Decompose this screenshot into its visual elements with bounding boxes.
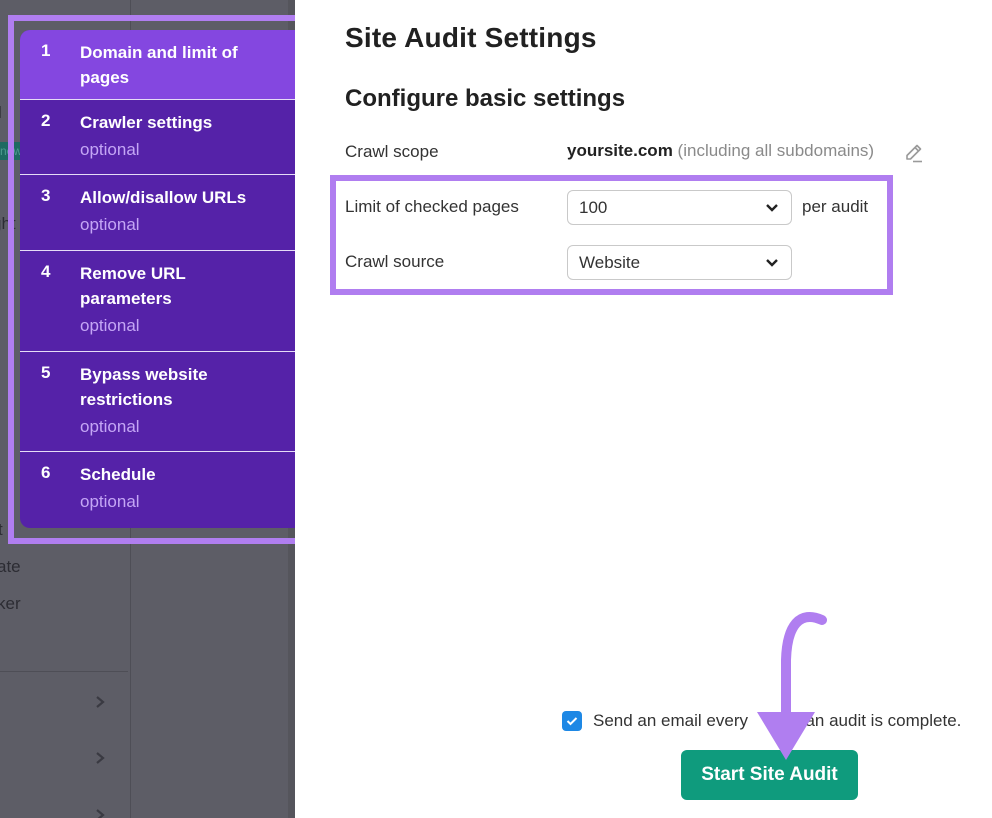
settings-steps-nav: 1 Domain and limit of pages 2 Crawler se… [20,30,295,528]
step-title: Crawler settings [80,113,213,132]
start-site-audit-button[interactable]: Start Site Audit [681,750,858,800]
step-title: Remove URL parameters [80,264,186,308]
email-notify-label: Send an email every an audit is complete… [593,711,961,731]
step-optional-label: optional [80,215,140,234]
limit-pages-select[interactable]: 100 [567,190,792,225]
checkmark-icon [566,717,578,726]
step-bypass-website-restrictions[interactable]: 5 Bypass website restrictions optional [20,352,295,452]
background-text-fragment: l [0,103,2,123]
step-allow-disallow-urls[interactable]: 3 Allow/disallow URLs optional [20,175,295,251]
crawl-source-value: Website [579,253,641,272]
step-number: 5 [41,363,51,382]
chevron-down-icon [766,204,778,212]
step-domain-and-limit[interactable]: 1 Domain and limit of pages [20,30,295,100]
step-number: 2 [41,111,51,130]
step-title: Domain and limit of pages [80,43,238,87]
crawl-source-select[interactable]: Website [567,245,792,280]
email-notify-text-start: Send an email every [593,711,748,730]
crawl-source-label: Crawl source [345,252,445,271]
background-text-fragment: ker [0,594,21,613]
pencil-icon[interactable] [903,142,925,164]
page-title: Site Audit Settings [345,22,597,53]
crawl-scope-value: yoursite.com (including all subdomains) [567,141,874,161]
chevron-right-icon [96,809,105,818]
step-number: 6 [41,463,51,482]
step-number: 1 [41,41,51,60]
step-title: Bypass website restrictions [80,365,208,409]
step-crawler-settings[interactable]: 2 Crawler settings optional [20,100,295,175]
chevron-right-icon [96,696,105,708]
step-optional-label: optional [80,417,140,436]
step-optional-label: optional [80,140,140,159]
per-audit-label: per audit [802,197,869,216]
settings-main: Site Audit Settings Configure basic sett… [295,0,992,818]
step-remove-url-parameters[interactable]: 4 Remove URL parameters optional [20,251,295,352]
step-schedule[interactable]: 6 Schedule optional [20,452,295,528]
crawl-scope-note: (including all subdomains) [677,141,875,160]
step-optional-label: optional [80,316,140,335]
background-text-fragment: t [0,520,3,539]
step-title: Allow/disallow URLs [80,188,247,207]
section-title: Configure basic settings [345,85,626,112]
chevron-down-icon [766,259,778,267]
limit-pages-label: Limit of checked pages [345,197,519,216]
background-divider [0,671,128,672]
chevron-right-icon [96,752,105,764]
background-text-fragment: ate [0,557,21,576]
crawl-scope-domain: yoursite.com [567,141,673,160]
step-number: 3 [41,186,51,205]
limit-pages-value: 100 [579,198,608,217]
email-notify-text-end: an audit is complete. [805,711,962,730]
step-number: 4 [41,262,51,281]
step-title: Schedule [80,465,156,484]
email-notify-checkbox[interactable] [562,711,582,731]
email-notification-row: Send an email every an audit is complete… [562,711,961,731]
step-optional-label: optional [80,492,140,511]
crawl-scope-label: Crawl scope [345,142,439,161]
